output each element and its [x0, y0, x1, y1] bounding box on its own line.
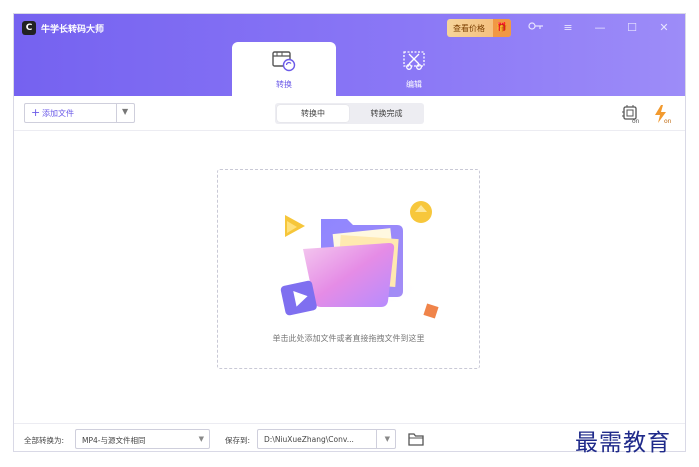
- view-price-label: 查看价格: [453, 24, 485, 33]
- chevron-down-icon: ▼: [198, 435, 204, 443]
- chevron-down-icon[interactable]: ▼: [385, 435, 390, 443]
- key-icon[interactable]: [527, 19, 545, 37]
- video-convert-icon: [272, 51, 296, 72]
- save-to-label: 保存到:: [225, 436, 251, 445]
- add-file-label: 添加文件: [42, 109, 74, 118]
- plus-icon: +: [31, 106, 41, 119]
- menu-icon[interactable]: ≡: [559, 19, 577, 37]
- maximize-icon[interactable]: ☐: [623, 19, 641, 37]
- tab-edit-label: 编辑: [406, 80, 422, 89]
- svg-text:on: on: [664, 118, 672, 124]
- output-format-select[interactable]: MP4-与源文件相同 ▼: [75, 429, 210, 449]
- file-dropzone[interactable]: 单击此处添加文件或者直接拖拽文件到这里: [217, 169, 480, 369]
- convert-all-label: 全部转换为:: [24, 436, 65, 445]
- minimize-icon[interactable]: —: [591, 19, 609, 37]
- scissors-edit-icon: [403, 51, 425, 70]
- add-file-button[interactable]: + 添加文件 ▼: [24, 103, 135, 123]
- save-path-value: D:\NiuXueZhang\Conv...: [264, 435, 354, 444]
- tab-convert-label: 转换: [276, 80, 292, 89]
- watermark-text: 最需教育: [575, 430, 671, 456]
- divider: [376, 430, 377, 448]
- hardware-acceleration-icon[interactable]: on: [620, 104, 642, 124]
- speed-boost-icon[interactable]: on: [652, 104, 674, 124]
- tab-convert[interactable]: 转换: [232, 42, 336, 96]
- status-segmented-control: 转换中 转换完成: [275, 103, 424, 124]
- tab-converted[interactable]: 转换完成: [351, 105, 422, 122]
- divider: [116, 104, 117, 122]
- tab-edit[interactable]: 编辑: [362, 42, 466, 96]
- app-logo-icon: C: [22, 21, 36, 35]
- view-price-button[interactable]: 查看价格 🎁: [447, 19, 511, 37]
- save-path-select[interactable]: D:\NiuXueZhang\Conv... ▼: [257, 429, 396, 449]
- app-title: 牛学长转码大师: [41, 25, 105, 35]
- output-format-value: MP4-与源文件相同: [82, 436, 146, 445]
- dropzone-hint: 单击此处添加文件或者直接拖拽文件到这里: [272, 334, 425, 343]
- close-icon[interactable]: ✕: [655, 19, 673, 37]
- app-window: C 牛学长转码大师 查看价格 🎁 ≡ — ☐ ✕ 转换 编辑 + 添加文件 ▼ …: [13, 13, 686, 452]
- gift-icon: 🎁: [493, 19, 511, 37]
- tab-converting[interactable]: 转换中: [277, 105, 349, 122]
- chevron-down-icon[interactable]: ▼: [122, 107, 128, 116]
- svg-text:on: on: [632, 118, 640, 124]
- header: C 牛学长转码大师 查看价格 🎁 ≡ — ☐ ✕ 转换 编辑: [14, 14, 685, 96]
- toolbar: + 添加文件 ▼ 转换中 转换完成 on on: [14, 96, 685, 131]
- open-folder-icon[interactable]: [407, 431, 425, 447]
- folder-illustration: [280, 201, 439, 319]
